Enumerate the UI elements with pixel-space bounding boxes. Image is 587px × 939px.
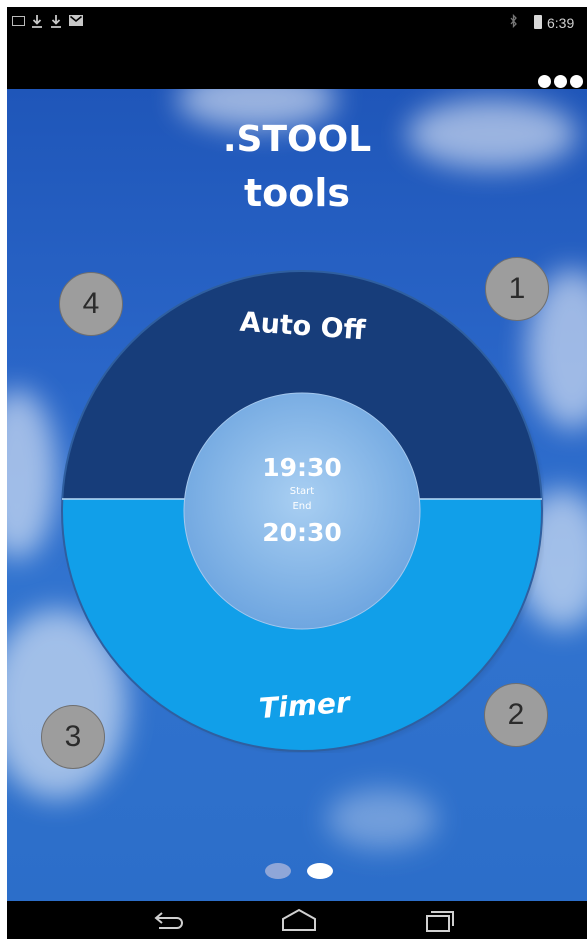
action-bar [7, 37, 587, 89]
control-dial: Auto Off Timer 19:30 Start End 20:30 [61, 270, 544, 753]
image-icon [12, 16, 25, 26]
cloud-decoration [7, 389, 57, 559]
cloud-decoration [327, 789, 437, 849]
callout-3: 3 [41, 705, 105, 769]
recents-icon[interactable] [409, 905, 469, 935]
phone-screen: 6:39 .STOOL tools Auto Off Timer 19:30 S… [7, 7, 587, 939]
battery-icon [534, 15, 542, 29]
start-time: 19:30 [262, 453, 342, 482]
callout-4: 4 [59, 272, 123, 336]
start-label: Start [290, 486, 315, 497]
navigation-bar [7, 901, 587, 939]
app-title: .STOOL [222, 119, 372, 160]
more-dots-icon[interactable] [538, 75, 583, 89]
download-icon [51, 15, 61, 28]
end-time: 20:30 [262, 518, 342, 547]
callout-2: 2 [484, 683, 548, 747]
timer-label: Timer [258, 686, 353, 725]
end-label: End [292, 501, 311, 512]
home-icon[interactable] [269, 905, 329, 935]
app-subtitle: tools [243, 171, 351, 215]
gmail-icon [69, 15, 83, 26]
back-icon[interactable] [137, 905, 197, 935]
page-dot-1[interactable] [265, 863, 291, 879]
status-bar: 6:39 [7, 7, 587, 37]
download-icon [32, 15, 42, 28]
page-dot-2-active[interactable] [307, 863, 333, 879]
content-area: .STOOL tools Auto Off Timer 19:30 Start … [7, 89, 587, 901]
page-indicator [265, 863, 333, 879]
bluetooth-icon [510, 14, 517, 28]
callout-1: 1 [485, 257, 549, 321]
status-time: 6:39 [547, 15, 575, 31]
